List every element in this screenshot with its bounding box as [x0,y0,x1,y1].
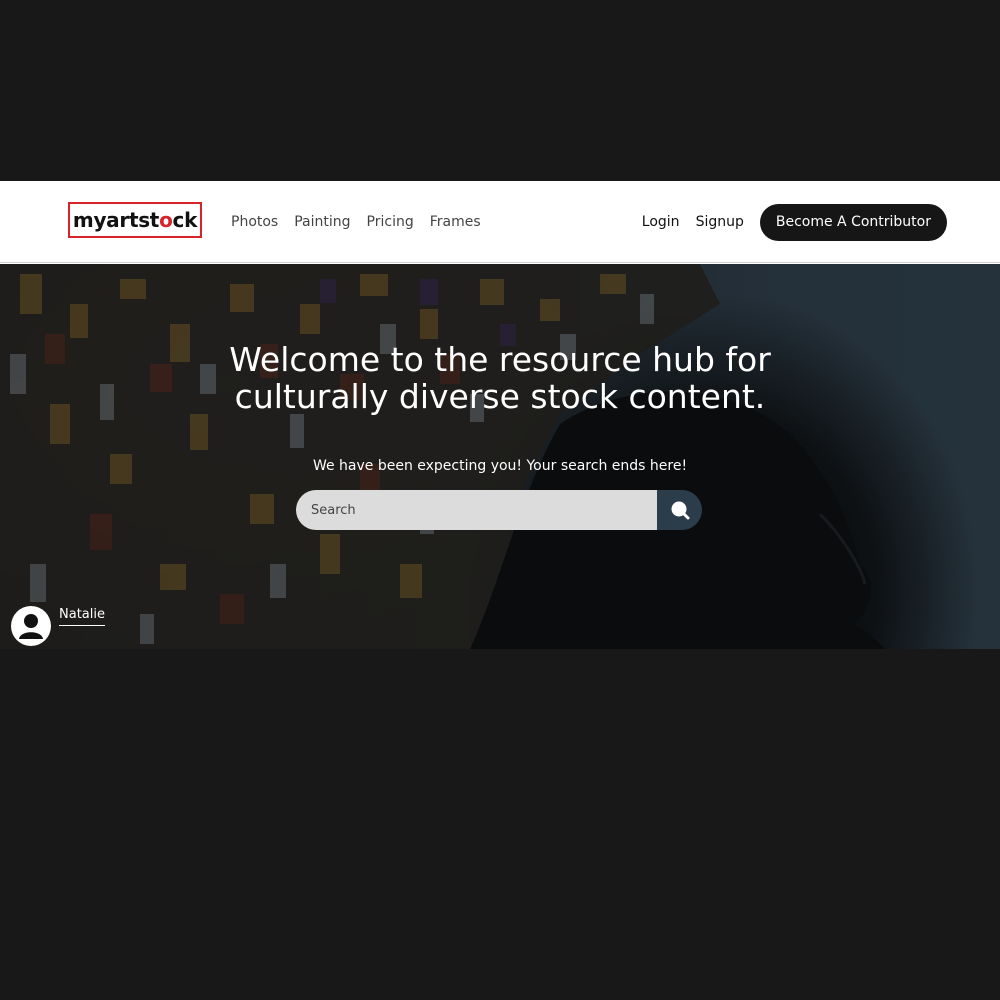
hero-title: Welcome to the resource hub for cultural… [229,340,771,416]
navbar: myartst o ck Photos Painting Pricing Frame… [0,181,1000,263]
logo-text-start: myartst [72,208,160,232]
hero-subtitle: We have been expecting you! Your search … [312,458,688,474]
nav-link-photos[interactable]: Photos [231,214,278,230]
search-input[interactable] [296,490,657,530]
hero-background-image [0,264,1000,649]
nav-link-pricing[interactable]: Pricing [367,214,414,230]
search-button[interactable] [657,490,702,530]
nav-link-frames[interactable]: Frames [430,214,481,230]
login-link[interactable]: Login [642,214,680,230]
website-viewport: myartst o ck Photos Painting Pricing Frame… [0,181,1000,649]
hero-section: Welcome to the resource hub for cultural… [0,264,1000,649]
avatar[interactable] [11,606,51,646]
logo-text-mid: o [159,208,173,232]
main-nav: Photos Painting Pricing Frames [231,181,481,263]
signup-link[interactable]: Signup [696,214,744,230]
become-contributor-button[interactable]: Become A Contributor [759,203,947,241]
user-icon [19,614,43,639]
photo-credit-link[interactable]: Natalie [59,607,105,626]
logo[interactable]: myartst o ck [68,202,202,238]
nav-actions: Login Signup Become A Contributor [642,181,947,263]
nav-link-painting[interactable]: Painting [294,214,350,230]
search-bar [296,490,702,530]
logo-text-end: ck [172,208,198,232]
search-icon [671,501,689,520]
